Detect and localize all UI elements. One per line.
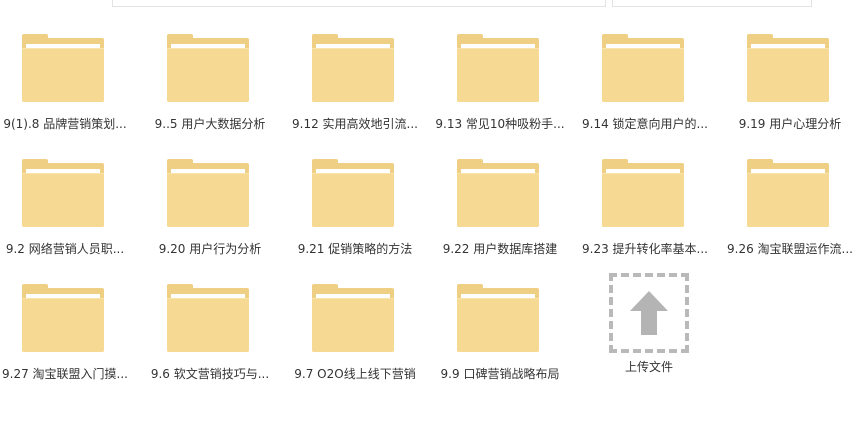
folder-icon <box>312 159 394 227</box>
folder-item[interactable]: 9.2 网络营销人员职... <box>0 125 140 256</box>
folder-icon <box>602 34 684 102</box>
folder-item[interactable]: 9.22 用户数据库搭建 <box>435 125 575 256</box>
folder-item[interactable]: 9.6 软文营销技巧与... <box>145 250 285 381</box>
folder-icon <box>457 34 539 102</box>
upload-file-button[interactable]: 上传文件 <box>584 240 724 374</box>
folder-name: 9.6 软文营销技巧与... <box>150 367 270 381</box>
folder-name: 9.26 淘宝联盟运作流... <box>727 242 853 256</box>
folder-icon <box>457 159 539 227</box>
folder-name: 9.7 O2O线上线下营销 <box>294 367 416 381</box>
folder-icon <box>312 34 394 102</box>
folder-icon <box>747 34 829 102</box>
folder-icon <box>22 284 104 352</box>
folder-item[interactable]: 9.13 常见10种吸粉手... <box>435 0 575 131</box>
folder-icon <box>602 159 684 227</box>
folder-item[interactable]: 9.26 淘宝联盟运作流... <box>725 125 864 256</box>
folder-item[interactable]: 9.14 锁定意向用户的... <box>580 0 720 131</box>
folder-item[interactable]: 9.21 促销策略的方法 <box>290 125 430 256</box>
folder-icon <box>167 34 249 102</box>
folder-icon <box>22 159 104 227</box>
folder-icon <box>457 284 539 352</box>
folder-item[interactable]: 9..5 用户大数据分析 <box>145 0 285 131</box>
folder-item[interactable]: 9.27 淘宝联盟入门摸... <box>0 250 140 381</box>
folder-icon <box>747 159 829 227</box>
folder-item[interactable]: 9.7 O2O线上线下营销 <box>290 250 430 381</box>
folder-name: 9.9 口碑营销战略布局 <box>440 367 560 381</box>
folder-item[interactable]: 9.20 用户行为分析 <box>145 125 285 256</box>
folder-item[interactable]: 9.19 用户心理分析 <box>725 0 864 131</box>
folder-icon <box>167 284 249 352</box>
upload-label: 上传文件 <box>624 360 673 374</box>
folder-name: 9.27 淘宝联盟入门摸... <box>2 367 128 381</box>
folder-item[interactable]: 9.9 口碑营销战略布局 <box>435 250 575 381</box>
upload-dropzone[interactable] <box>609 273 689 353</box>
folder-item[interactable]: 9(1).8 品牌营销策划... <box>0 0 140 131</box>
upload-arrow-icon <box>630 291 668 335</box>
folder-item[interactable]: 9.12 实用高效地引流... <box>290 0 430 131</box>
folder-icon <box>312 284 394 352</box>
file-grid: 9(1).8 品牌营销策划... 9..5 用户大数据分析 9.12 实用高效地… <box>0 0 864 422</box>
folder-item[interactable]: 9.23 提升转化率基本... <box>580 125 720 256</box>
folder-icon <box>167 159 249 227</box>
folder-icon <box>22 34 104 102</box>
